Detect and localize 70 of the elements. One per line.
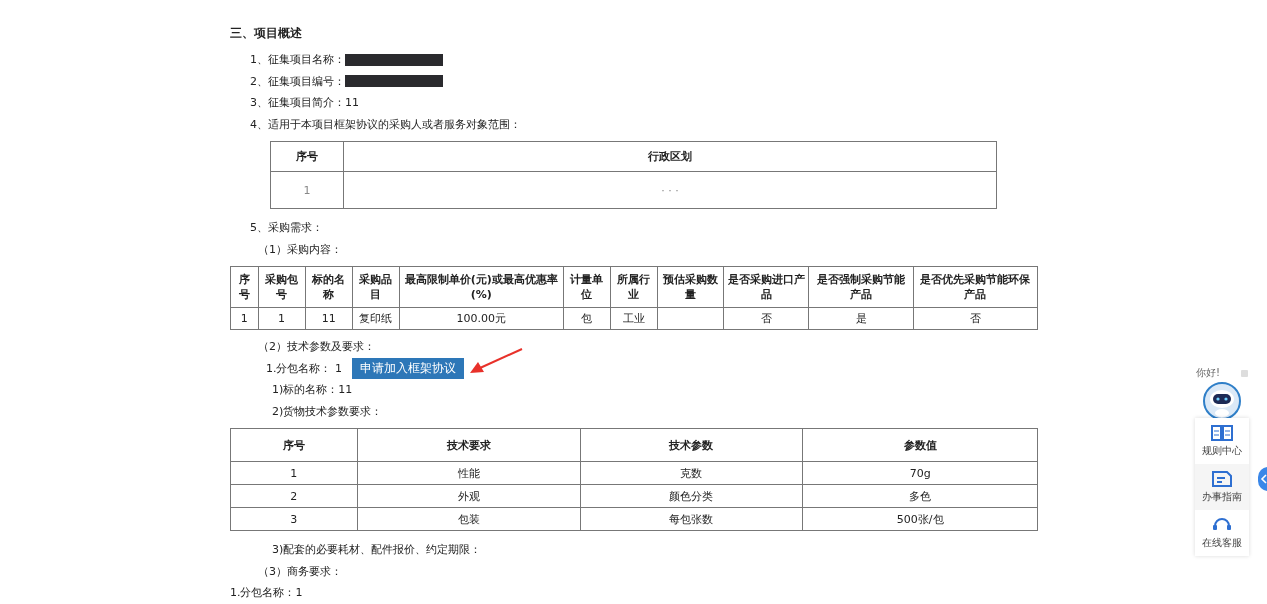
table-cell: 11: [321, 312, 336, 325]
table-cell: 1: [270, 171, 344, 209]
table-cell: 1: [240, 312, 248, 325]
column-header: 所属行业: [610, 266, 658, 308]
business-package: 1.分包名称：1: [230, 585, 304, 601]
table-cell: 否: [970, 312, 981, 325]
table-cell: 是: [855, 312, 867, 325]
table-cell: 复印纸: [359, 312, 393, 325]
arrow-annotation: [468, 347, 524, 376]
table-cell: 70g: [802, 461, 1038, 485]
table-cell: 1: [230, 461, 358, 485]
table-cell: 多色: [802, 484, 1038, 508]
table-cell: 颜色分类: [580, 484, 803, 508]
collapse-tab[interactable]: [1258, 467, 1267, 491]
column-header: 是否采购进口产品: [723, 266, 809, 308]
table-cell: 2: [230, 484, 358, 508]
column-header: 技术要求: [357, 428, 580, 462]
assistant-item[interactable]: 规则中心: [1195, 418, 1249, 464]
field-label: 2、征集项目编号：: [250, 73, 345, 90]
column-header: 技术参数: [580, 428, 803, 462]
table-cell: 3: [230, 507, 358, 531]
field-label: 3、征集项目简介：11: [250, 95, 359, 111]
section-heading: 三、项目概述: [230, 25, 303, 42]
table-cell: 包装: [357, 507, 580, 531]
subject-name: 1)标的名称：11: [271, 382, 354, 398]
assistant-item[interactable]: 办事指南: [1195, 464, 1249, 510]
business-heading: （3）商务要求：: [257, 563, 343, 580]
table-cell: 克数: [580, 461, 803, 485]
assistant-item-label: 办事指南: [1202, 489, 1242, 504]
table-cell: 工业: [622, 312, 645, 325]
field-label: 1、征集项目名称：: [250, 52, 345, 68]
requirement-heading: 5、采购需求：: [249, 220, 324, 236]
column-header: 标的名称: [305, 266, 353, 308]
consumables-heading: 3)配套的必要耗材、配件报价、约定期限：: [271, 542, 483, 558]
column-header: 序号: [230, 266, 259, 308]
table-cell: 外观: [357, 484, 580, 508]
column-header: 是否优先采购节能环保产品: [913, 266, 1038, 308]
document-icon: [1212, 470, 1232, 487]
column-header: 最高限制单价(元)或最高优惠率(%): [399, 266, 564, 308]
table-cell: 包: [581, 312, 593, 325]
column-header: 计量单位: [563, 266, 611, 308]
goods-heading: 2)货物技术参数要求：: [271, 403, 384, 420]
headset-icon: [1212, 516, 1232, 533]
greeting-text: 你好!: [1196, 366, 1220, 380]
chevron-left-icon: [1260, 474, 1267, 484]
apply-button[interactable]: 申请加入框架协议: [352, 357, 464, 379]
table-cell: 性能: [357, 461, 580, 485]
table-cell: 1: [278, 312, 286, 325]
column-header: 采购品目: [352, 266, 400, 308]
content-heading: （1）采购内容：: [257, 241, 343, 258]
field-label: 4、适用于本项目框架协议的采购人或者服务对象范围：: [250, 116, 521, 133]
table-cell: · · ·: [343, 171, 997, 209]
column-header: 预估采购数量: [657, 266, 724, 308]
column-header: 序号: [230, 428, 358, 462]
assistant-item-label: 在线客服: [1202, 535, 1242, 550]
book-icon: [1211, 424, 1233, 441]
assistant-item[interactable]: 在线客服: [1195, 510, 1249, 556]
tech-heading: （2）技术参数及要求：: [257, 339, 376, 355]
column-header: 序号: [270, 141, 344, 172]
package-label: 1.分包名称： 1: [266, 360, 342, 377]
table-cell: 每包张数: [580, 507, 803, 531]
column-header: 行政区划: [343, 141, 997, 172]
table-cell: 否: [760, 312, 772, 325]
table-cell: 100.00元: [456, 312, 507, 325]
column-header: 采购包号: [258, 266, 305, 308]
column-header: 参数值: [802, 428, 1038, 462]
table-cell: 500张/包: [802, 507, 1038, 531]
column-header: 是否强制采购节能产品: [808, 266, 914, 308]
robot-avatar-icon[interactable]: [1203, 382, 1241, 420]
assistant-item-label: 规则中心: [1202, 443, 1242, 458]
